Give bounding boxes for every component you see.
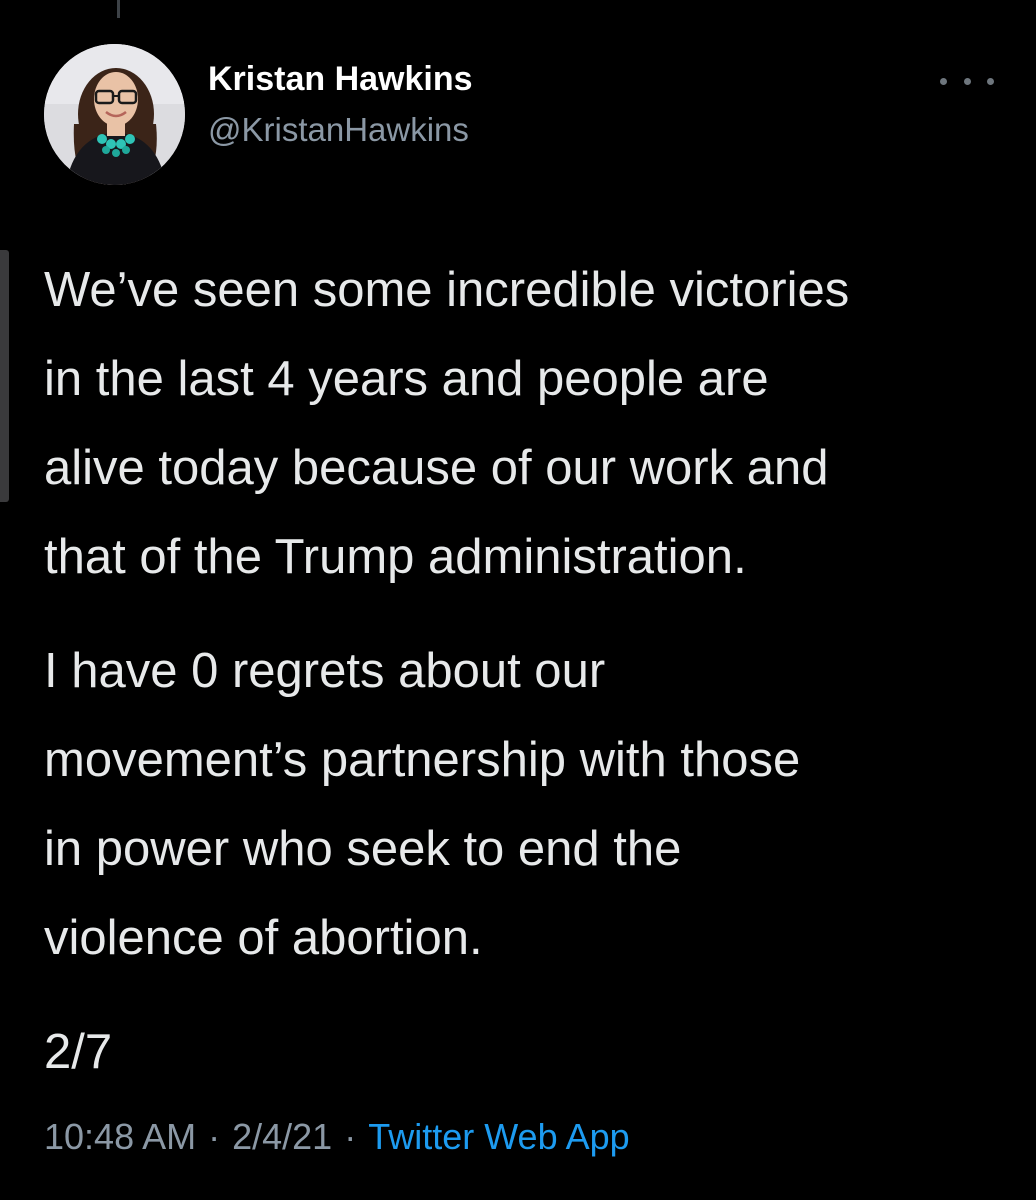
tweet-time[interactable]: 10:48 AM bbox=[44, 1116, 196, 1157]
more-horizontal-icon-dot bbox=[963, 77, 971, 85]
more-horizontal-icon-dot bbox=[987, 77, 994, 85]
separator: · bbox=[344, 1116, 357, 1157]
tweet-date[interactable]: 2/4/21 bbox=[232, 1116, 332, 1157]
tweet-metadata: 10:48 AM · 2/4/21 · Twitter Web App bbox=[44, 1116, 630, 1158]
author-handle[interactable]: @KristanHawkins bbox=[208, 111, 469, 149]
avatar-image bbox=[44, 44, 185, 185]
tweet-paragraph: We’ve seen some incredible victories in … bbox=[44, 263, 850, 584]
tweet-paragraph: I have 0 regrets about our movement’s pa… bbox=[44, 644, 801, 965]
thread-connector-line bbox=[117, 0, 120, 18]
side-handle bbox=[0, 250, 9, 502]
separator: · bbox=[208, 1116, 221, 1157]
more-options-button[interactable] bbox=[940, 66, 994, 96]
avatar[interactable] bbox=[44, 44, 185, 185]
more-horizontal-icon bbox=[940, 77, 947, 85]
thread-counter: 2/7 bbox=[44, 1025, 113, 1079]
tweet-source-link[interactable]: Twitter Web App bbox=[368, 1116, 629, 1157]
tweet-text: We’ve seen some incredible victories in … bbox=[44, 246, 1004, 1122]
author-name[interactable]: Kristan Hawkins bbox=[208, 60, 473, 99]
